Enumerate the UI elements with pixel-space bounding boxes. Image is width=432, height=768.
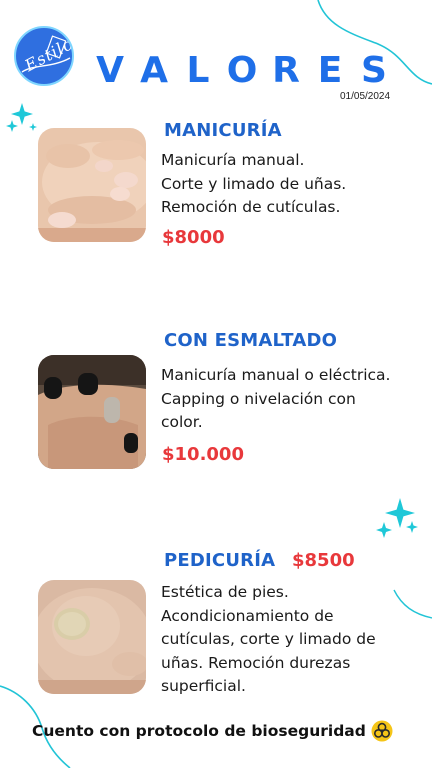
description-line: uñas. Remoción durezas [161,653,351,672]
service-price: $8000 [162,227,225,248]
title-letter: E [317,49,343,91]
description-line: color. [161,413,203,431]
service-description: Manicuría manual o eléctrica. Capping o … [161,364,390,435]
service-price: $8500 [292,550,355,571]
footer-text: Cuento con protocolo de bioseguridad [32,722,366,740]
service-description: Estética de pies. Acondicionamiento de c… [161,581,376,699]
service-title: PEDICURÍA [164,550,276,571]
title-letter: O [226,49,258,91]
description-line: Estética de pies. [161,583,289,601]
description-line: superficial. [161,677,246,695]
manicure-hand-photo [38,128,146,242]
description-line: Manicuría manual. [161,151,305,169]
enamel-nails-photo [38,355,146,469]
title-letter: S [361,49,387,91]
brand-logo: Estilo [14,26,74,86]
biohazard-icon [371,720,393,742]
pedicure-toe-photo [38,580,146,694]
title-letter: A [140,49,168,91]
title-letter: L [186,49,210,91]
service-description: Manicuría manual. Corte y limado de uñas… [161,149,346,220]
service-title: MANICURÍA [164,120,282,141]
title-letter: V [96,49,124,91]
page-title: VALORES [88,48,396,92]
description-line: Manicuría manual o eléctrica. [161,366,391,384]
description-line: Corte y limado de uñas. [161,174,347,193]
description-line: Capping o nivelación con [161,389,356,408]
service-price: $10.000 [162,444,244,465]
title-letter: R [272,49,300,91]
price-list-page: Estilo VALORES 01/05/2024 MANICURÍA Mani… [0,0,432,768]
description-line: Remoción de cutículas. [161,198,341,216]
description-line: Acondicionamiento de [161,606,334,625]
service-title: CON ESMALTADO [164,330,338,351]
description-line: cutículas, corte y limado de [161,630,376,648]
biosafety-footer: Cuento con protocolo de bioseguridad [32,720,393,742]
date-label: 01/05/2024 [340,91,391,102]
